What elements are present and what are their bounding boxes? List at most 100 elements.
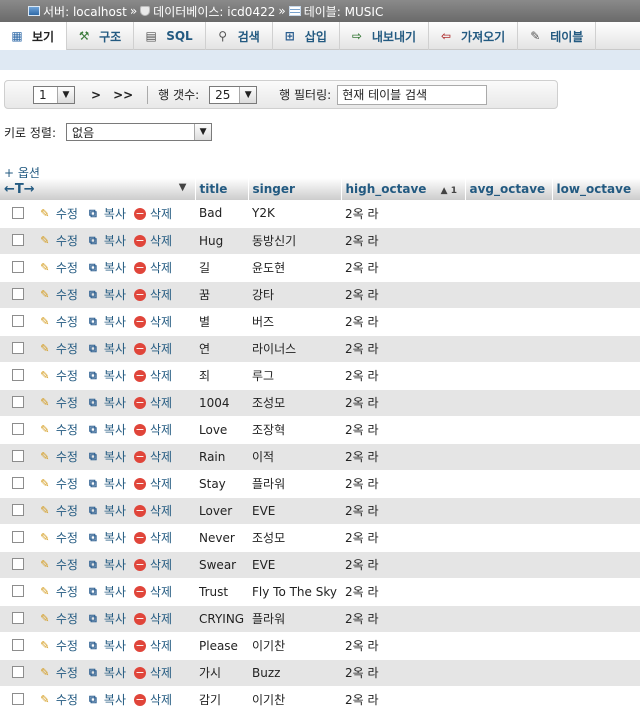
copy-button[interactable]: ⧉ 복사: [86, 475, 126, 492]
cell-high-octave[interactable]: 2옥 라: [341, 497, 465, 525]
cell-title[interactable]: Never: [195, 524, 248, 552]
tab-search[interactable]: ⚲ 검색: [206, 22, 273, 50]
breadcrumb-table[interactable]: 테이블: MUSIC: [304, 3, 384, 20]
row-checkbox[interactable]: [12, 504, 24, 517]
cell-low-octave[interactable]: [552, 254, 640, 282]
column-header-high-octave[interactable]: high_octave ▲ 1: [341, 178, 466, 200]
cell-low-octave[interactable]: [552, 416, 640, 444]
cell-high-octave[interactable]: 2옥 라: [341, 308, 465, 336]
copy-button[interactable]: ⧉ 복사: [86, 313, 126, 330]
cell-title[interactable]: 길: [195, 254, 248, 282]
cell-singer[interactable]: 루그: [248, 362, 341, 390]
cell-low-octave[interactable]: [552, 632, 640, 660]
tab-operations[interactable]: ✎ 테이블: [518, 22, 597, 50]
cell-singer[interactable]: 이적: [248, 443, 341, 471]
cell-title[interactable]: 가시: [195, 659, 248, 687]
cell-high-octave[interactable]: 2옥 라: [341, 200, 465, 228]
edit-button[interactable]: ✎ 수정: [38, 610, 78, 627]
cell-avg-octave[interactable]: [465, 659, 552, 687]
cell-low-octave[interactable]: [552, 389, 640, 417]
cell-title[interactable]: Lover: [195, 497, 248, 525]
copy-button[interactable]: ⧉ 복사: [86, 205, 126, 222]
edit-button[interactable]: ✎ 수정: [38, 286, 78, 303]
copy-button[interactable]: ⧉ 복사: [86, 664, 126, 681]
cell-title[interactable]: 1004: [195, 389, 248, 417]
cell-avg-octave[interactable]: [465, 470, 552, 498]
delete-button[interactable]: − 삭제: [134, 502, 172, 519]
cell-high-octave[interactable]: 2옥 라: [341, 551, 465, 579]
edit-button[interactable]: ✎ 수정: [38, 691, 78, 708]
edit-button[interactable]: ✎ 수정: [38, 205, 78, 222]
edit-button[interactable]: ✎ 수정: [38, 502, 78, 519]
cell-high-octave[interactable]: 2옥 라: [341, 281, 465, 309]
cell-avg-octave[interactable]: [465, 362, 552, 390]
cell-singer[interactable]: EVE: [248, 497, 341, 525]
edit-button[interactable]: ✎ 수정: [38, 232, 78, 249]
cell-title[interactable]: CRYING: [195, 605, 248, 633]
row-checkbox[interactable]: [12, 666, 24, 679]
delete-button[interactable]: − 삭제: [134, 475, 172, 492]
cell-low-octave[interactable]: [552, 200, 640, 228]
row-checkbox[interactable]: [12, 261, 24, 274]
breadcrumb-server[interactable]: 서버: localhost: [43, 3, 127, 20]
cell-title[interactable]: Bad: [195, 200, 248, 228]
cell-singer[interactable]: 라이너스: [248, 335, 341, 363]
copy-button[interactable]: ⧉ 복사: [86, 448, 126, 465]
cell-high-octave[interactable]: 2옥 라: [341, 686, 465, 714]
edit-button[interactable]: ✎ 수정: [38, 475, 78, 492]
cell-title[interactable]: Hug: [195, 227, 248, 255]
delete-button[interactable]: − 삭제: [134, 367, 172, 384]
delete-button[interactable]: − 삭제: [134, 232, 172, 249]
cell-title[interactable]: 별: [195, 308, 248, 336]
cell-high-octave[interactable]: 2옥 라: [341, 578, 465, 606]
cell-high-octave[interactable]: 2옥 라: [341, 227, 465, 255]
cell-avg-octave[interactable]: [465, 416, 552, 444]
sort-select[interactable]: 없음 ▼: [66, 123, 213, 141]
cell-high-octave[interactable]: 2옥 라: [341, 524, 465, 552]
row-checkbox[interactable]: [12, 423, 24, 436]
cell-high-octave[interactable]: 2옥 라: [341, 389, 465, 417]
row-checkbox[interactable]: [12, 315, 24, 328]
cell-singer[interactable]: 이기찬: [248, 632, 341, 660]
cell-high-octave[interactable]: 2옥 라: [341, 443, 465, 471]
cell-high-octave[interactable]: 2옥 라: [341, 416, 465, 444]
cell-title[interactable]: 연: [195, 335, 248, 363]
edit-button[interactable]: ✎ 수정: [38, 583, 78, 600]
edit-button[interactable]: ✎ 수정: [38, 340, 78, 357]
delete-button[interactable]: − 삭제: [134, 313, 172, 330]
copy-button[interactable]: ⧉ 복사: [86, 286, 126, 303]
cell-singer[interactable]: 플라워: [248, 605, 341, 633]
copy-button[interactable]: ⧉ 복사: [86, 502, 126, 519]
cell-avg-octave[interactable]: [465, 497, 552, 525]
row-checkbox[interactable]: [12, 693, 24, 706]
delete-button[interactable]: − 삭제: [134, 556, 172, 573]
delete-button[interactable]: − 삭제: [134, 259, 172, 276]
delete-button[interactable]: − 삭제: [134, 394, 172, 411]
delete-button[interactable]: − 삭제: [134, 583, 172, 600]
cell-low-octave[interactable]: [552, 335, 640, 363]
cell-low-octave[interactable]: [552, 605, 640, 633]
tab-sql[interactable]: ▤ SQL: [134, 22, 206, 50]
edit-button[interactable]: ✎ 수정: [38, 394, 78, 411]
column-header-title[interactable]: title: [195, 178, 249, 200]
copy-button[interactable]: ⧉ 복사: [86, 259, 126, 276]
rows-select[interactable]: 25 ▼: [209, 85, 258, 104]
delete-button[interactable]: − 삭제: [134, 421, 172, 438]
column-header-low-octave[interactable]: low_octave: [552, 178, 640, 200]
cell-title[interactable]: Trust: [195, 578, 248, 606]
page-select[interactable]: 1 ▼: [33, 85, 75, 104]
cell-low-octave[interactable]: [552, 524, 640, 552]
cell-singer[interactable]: Fly To The Sky: [248, 578, 341, 606]
column-header-avg-octave[interactable]: avg_octave: [465, 178, 553, 200]
cell-singer[interactable]: Y2K: [248, 200, 341, 228]
row-checkbox[interactable]: [12, 234, 24, 247]
copy-button[interactable]: ⧉ 복사: [86, 367, 126, 384]
cell-low-octave[interactable]: [552, 686, 640, 714]
row-checkbox[interactable]: [12, 369, 24, 382]
column-menu-icon[interactable]: ▼: [179, 182, 187, 193]
column-header-singer[interactable]: singer: [248, 178, 342, 200]
edit-button[interactable]: ✎ 수정: [38, 313, 78, 330]
cell-title[interactable]: Rain: [195, 443, 248, 471]
cell-singer[interactable]: 강타: [248, 281, 341, 309]
delete-button[interactable]: − 삭제: [134, 691, 172, 708]
